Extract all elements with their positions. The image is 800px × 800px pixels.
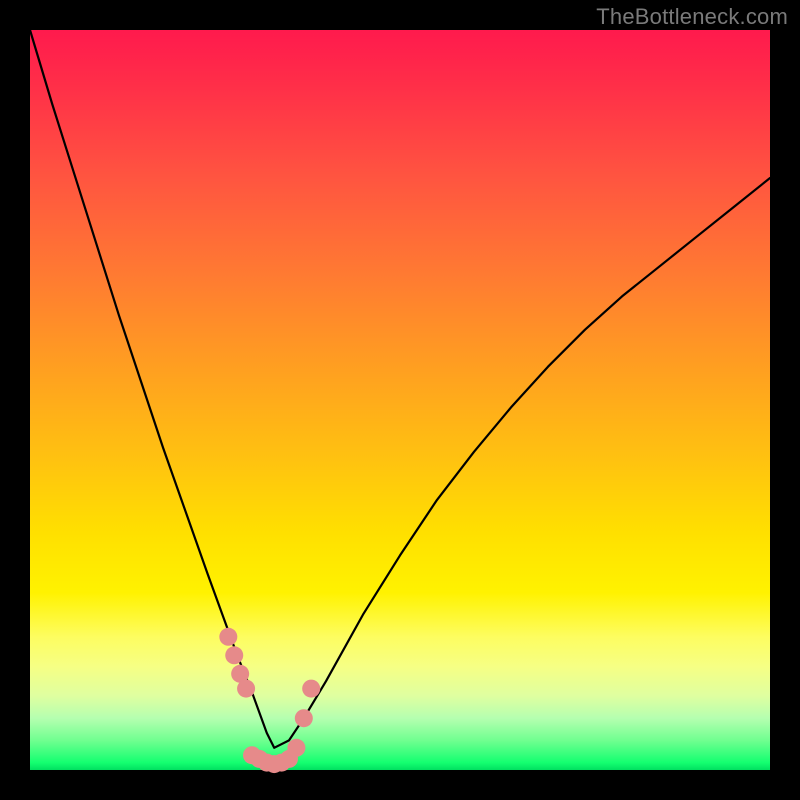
bottleneck-curve [30,30,770,748]
highlight-dot [219,628,237,646]
highlight-dot [237,680,255,698]
highlight-dot [225,646,243,664]
watermark-text: TheBottleneck.com [596,4,788,30]
plot-area [30,30,770,770]
highlight-dots [219,628,320,773]
highlight-dot [295,709,313,727]
highlight-dot [302,680,320,698]
chart-svg [30,30,770,770]
highlight-dot [287,739,305,757]
chart-frame: TheBottleneck.com [0,0,800,800]
